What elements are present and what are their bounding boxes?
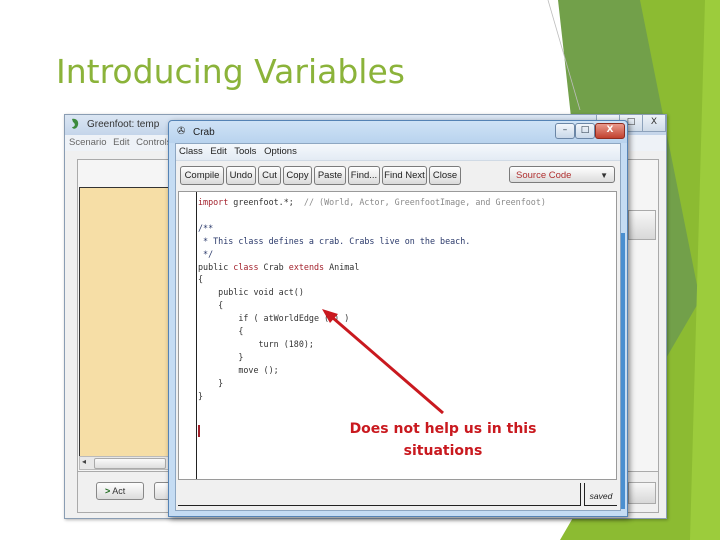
act-label: Act [112,486,126,496]
code-line: { [198,274,204,285]
annotation-text: Does not help us in this situations [332,418,554,462]
undo-button[interactable]: Undo [226,166,256,185]
editor-close-button[interactable]: X [595,123,625,139]
annotation-line-1: Does not help us in this [349,421,537,437]
close-button[interactable]: Close [429,166,461,185]
editor-toolbar: Compile Undo Cut Copy Paste Find... Find… [176,161,620,191]
menu-scenario[interactable]: Scenario [69,137,107,148]
find-button[interactable]: Find... [348,166,380,185]
menu-edit[interactable]: Edit [113,137,129,148]
compile-all-button[interactable] [628,482,656,504]
text-cursor [198,425,200,437]
status-message-area [178,483,581,506]
code-line: if ( atWorldEdge ( ) ) [238,313,350,324]
greenfoot-window-title: Greenfoot: temp [87,119,160,130]
editor-window-title: Crab [193,127,215,138]
chevron-down-icon: ▼ [600,171,608,180]
find-next-button[interactable]: Find Next [382,166,427,185]
code-line: * This class defines a crab. Crabs live … [198,235,471,246]
view-select[interactable]: Source Code ▼ [509,166,615,183]
play-arrow-icon: > [105,486,111,496]
code-line: import greenfoot.*; // (World, Actor, Gr… [198,197,546,207]
editor-minimize-button[interactable]: – [555,123,575,139]
close-button[interactable]: X [642,115,666,132]
act-button[interactable]: > Act [96,482,144,500]
code-line: turn (180); [258,338,314,349]
paste-button[interactable]: Paste [314,166,346,185]
editor-titlebar: ✇ Crab – □ X [169,121,627,143]
code-line: { [238,326,244,337]
editor-gutter-line [196,192,197,479]
world-horizontal-scrollbar[interactable]: ◂ [79,456,176,470]
cut-button[interactable]: Cut [258,166,281,185]
menu-controls[interactable]: Controls [136,137,171,148]
code-line: { [218,300,224,311]
slide-title: Introducing Variables [56,52,405,91]
code-line: */ [198,248,214,259]
menu-edit[interactable]: Edit [210,146,226,157]
code-line: public void act() [218,287,304,298]
greenfoot-logo-icon [72,118,79,129]
code-line: move (); [238,364,279,375]
save-status: saved [584,483,617,506]
code-text: import greenfoot.*; // (World, Actor, Gr… [198,196,546,403]
scroll-thumb[interactable] [94,458,166,469]
menu-class[interactable]: Class [179,146,203,157]
menu-tools[interactable]: Tools [234,146,256,157]
class-panel-button[interactable] [628,210,656,240]
editor-status-bar: saved [178,481,617,507]
code-line: public class Crab extends Animal [198,261,360,272]
compile-button[interactable]: Compile [180,166,224,185]
code-line: /** [198,222,214,233]
code-line: } [238,351,244,362]
editor-side-accent [621,233,625,509]
editor-maximize-button[interactable]: □ [575,123,595,139]
editor-menubar: Class Edit Tools Options [176,144,620,161]
world-canvas[interactable] [79,187,176,459]
code-line: } [218,377,224,388]
annotation-line-2: situations [403,443,483,459]
menu-options[interactable]: Options [264,146,297,157]
code-line: } [198,390,204,401]
view-select-value: Source Code [516,170,572,181]
scroll-left-icon[interactable]: ◂ [82,457,86,466]
copy-button[interactable]: Copy [283,166,312,185]
editor-app-icon: ✇ [177,126,186,137]
